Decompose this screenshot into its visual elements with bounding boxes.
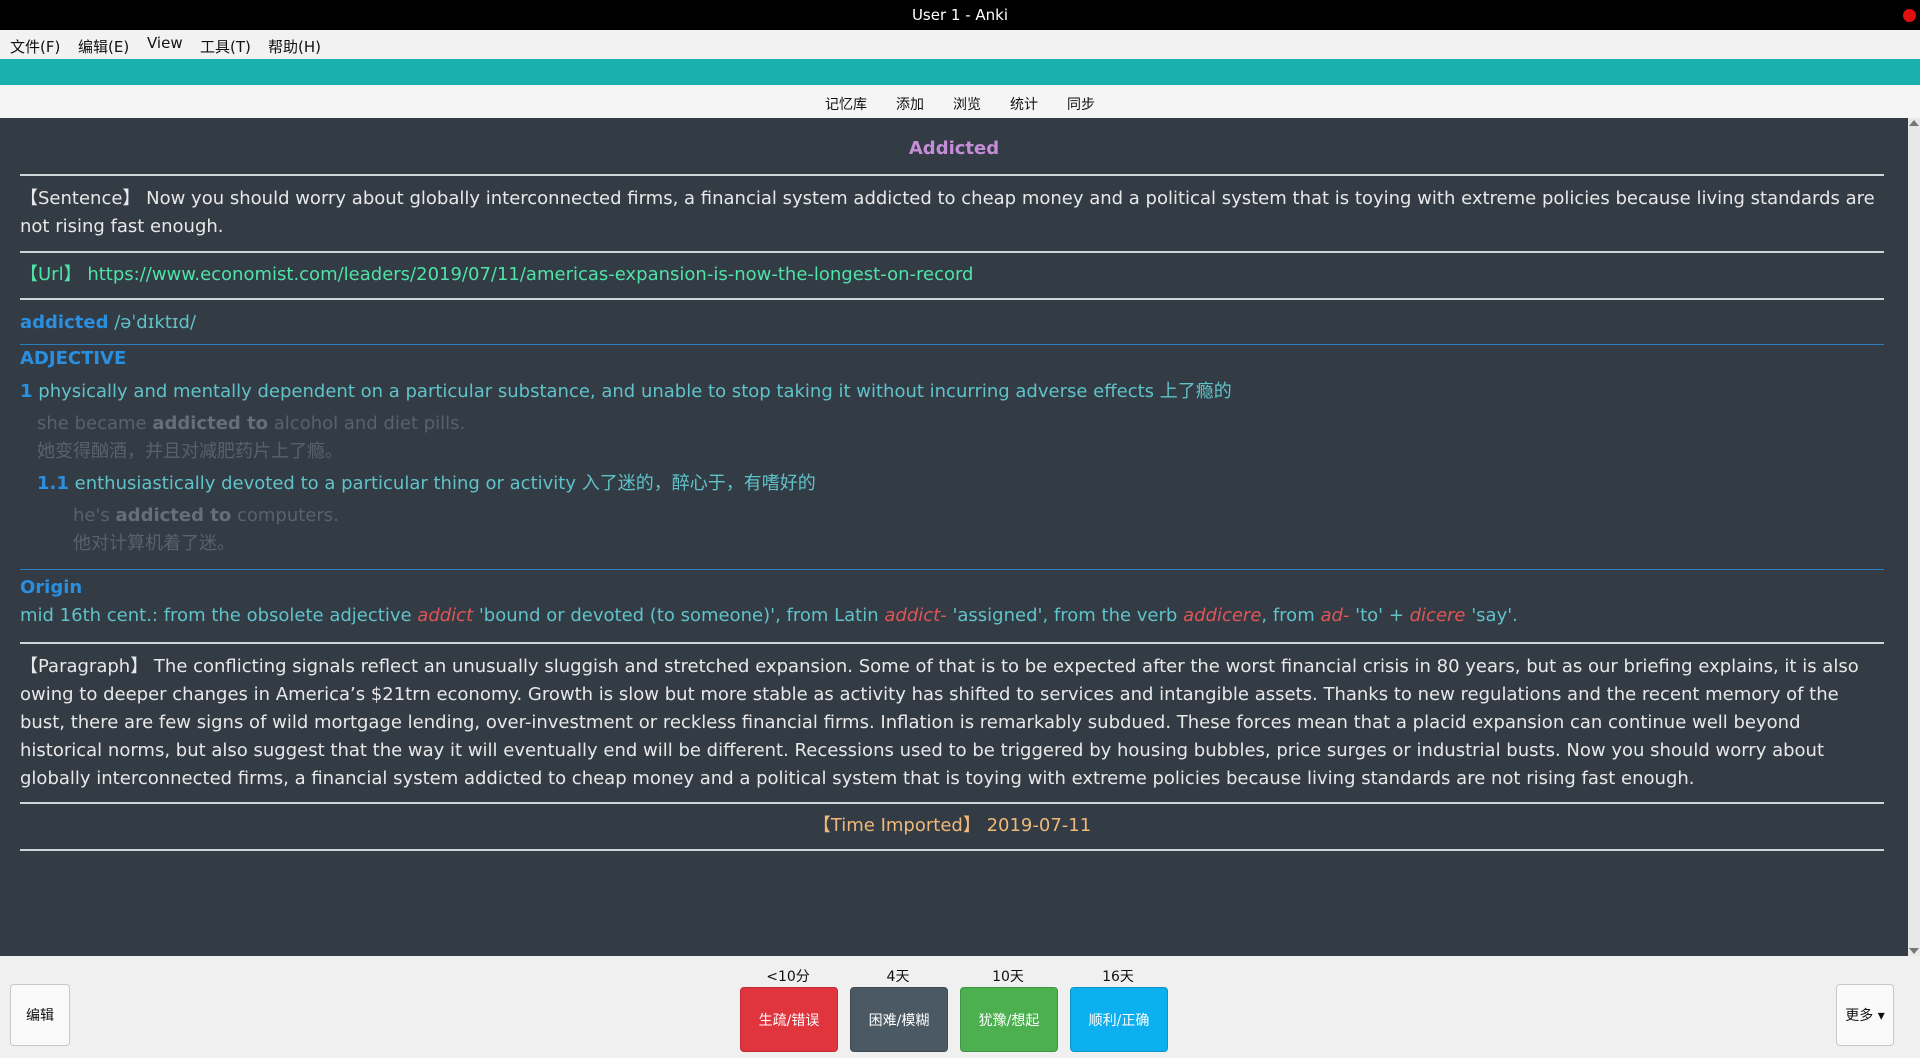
origin-word: dicere xyxy=(1409,605,1466,626)
example-2: he's addicted to computers. xyxy=(73,502,1908,530)
origin-fragment: mid 16th cent.: from the obsolete adject… xyxy=(20,605,418,626)
scroll-down-icon[interactable] xyxy=(1909,948,1919,954)
hard-button[interactable]: 困难/模糊 xyxy=(850,987,948,1052)
pronunciation: /əˈdɪktɪd/ xyxy=(114,312,197,333)
example-text: computers. xyxy=(231,505,339,526)
menu-view[interactable]: View xyxy=(147,34,183,52)
window-title: User 1 - Anki xyxy=(911,6,1009,24)
example-text: she became xyxy=(37,413,153,434)
menu-bar: 文件(F) 编辑(E) View 工具(T) 帮助(H) xyxy=(0,30,1920,59)
top-accent-bar xyxy=(0,59,1920,85)
divider xyxy=(20,251,1884,253)
more-button[interactable]: 更多 ▾ xyxy=(1836,984,1894,1046)
divider xyxy=(20,569,1884,570)
divider xyxy=(20,174,1884,176)
origin-fragment: , from xyxy=(1261,605,1321,626)
interval-hard: 4天 xyxy=(886,969,910,985)
url-link[interactable]: https://www.economist.com/leaders/2019/0… xyxy=(87,264,973,285)
again-button[interactable]: 生疏/错误 xyxy=(740,987,838,1052)
example-1-translation: 她变得酗酒，并且对减肥药片上了瘾。 xyxy=(37,441,343,462)
edit-button[interactable]: 编辑 xyxy=(10,984,70,1046)
url-field: 【Url】 https://www.economist.com/leaders/… xyxy=(20,261,1884,289)
example-2-translation: 他对计算机着了迷。 xyxy=(73,533,235,554)
origin-fragment: 'to' + xyxy=(1349,605,1410,626)
interval-good: 10天 xyxy=(992,969,1024,985)
headword-line: addicted /əˈdɪktɪd/ xyxy=(20,309,1884,337)
headword: addicted xyxy=(20,312,109,333)
example-text: he's xyxy=(73,505,116,526)
time-label: 【Time Imported】 xyxy=(812,815,981,836)
time-imported: 【Time Imported】 2019-07-11 xyxy=(20,812,1884,840)
card-content: Addicted 【Sentence】 Now you should worry… xyxy=(0,118,1908,956)
origin-word: addict xyxy=(417,605,474,626)
toolbar-stats[interactable]: 统计 xyxy=(1010,94,1038,114)
origin-title: Origin xyxy=(20,577,83,598)
interval-again: <10分 xyxy=(766,969,810,985)
menu-file[interactable]: 文件(F) xyxy=(10,36,60,57)
divider xyxy=(20,642,1884,644)
easy-button[interactable]: 顺利/正确 xyxy=(1070,987,1168,1052)
example-keyword: addicted to xyxy=(115,505,232,526)
origin-word: addicere xyxy=(1183,605,1262,626)
paragraph-field: 【Paragraph】 The conflicting signals refl… xyxy=(20,656,1859,789)
toolbar-browse[interactable]: 浏览 xyxy=(953,94,981,114)
sense-number: 1.1 xyxy=(37,473,69,494)
card-title: Addicted xyxy=(908,138,1000,159)
sense-definition: enthusiastically devoted to a particular… xyxy=(74,473,816,494)
example-keyword: addicted to xyxy=(152,413,269,434)
origin-fragment: 'bound or devoted (to someone)', from La… xyxy=(473,605,885,626)
toolbar-decks[interactable]: 记忆库 xyxy=(825,94,867,114)
close-icon[interactable] xyxy=(1903,9,1916,22)
main-toolbar: 记忆库 添加 浏览 统计 同步 xyxy=(0,85,1920,119)
menu-help[interactable]: 帮助(H) xyxy=(268,36,321,57)
example-1: she became addicted to alcohol and diet … xyxy=(37,410,1901,438)
scroll-up-icon[interactable] xyxy=(1909,120,1919,126)
origin-word: ad- xyxy=(1320,605,1350,626)
sense-number: 1 xyxy=(20,381,33,402)
interval-easy: 16天 xyxy=(1102,969,1134,985)
origin-fragment: 'say'. xyxy=(1465,605,1518,626)
menu-edit[interactable]: 编辑(E) xyxy=(78,36,129,57)
time-value: 2019-07-11 xyxy=(986,815,1092,836)
divider xyxy=(20,298,1884,300)
sense-definition: physically and mentally dependent on a p… xyxy=(38,381,1232,402)
part-of-speech: ADJECTIVE xyxy=(20,348,127,369)
good-button[interactable]: 犹豫/想起 xyxy=(960,987,1058,1052)
sense-1-1: 1.1 enthusiastically devoted to a partic… xyxy=(37,470,1901,498)
sentence-field: 【Sentence】 Now you should worry about gl… xyxy=(20,188,1875,237)
divider xyxy=(20,849,1884,851)
content-scrollbar[interactable] xyxy=(1908,118,1920,956)
toolbar-add[interactable]: 添加 xyxy=(896,94,924,114)
example-text: alcohol and diet pills. xyxy=(268,413,466,434)
window-titlebar: User 1 - Anki xyxy=(0,0,1920,30)
divider xyxy=(20,802,1884,804)
origin-fragment: 'assigned', from the verb xyxy=(946,605,1184,626)
sense-1: 1 physically and mentally dependent on a… xyxy=(20,378,1884,406)
url-label: 【Url】 xyxy=(20,264,82,285)
menu-tools[interactable]: 工具(T) xyxy=(200,36,251,57)
origin-text: mid 16th cent.: from the obsolete adject… xyxy=(20,602,1884,630)
toolbar-sync[interactable]: 同步 xyxy=(1067,94,1095,114)
origin-word: addict- xyxy=(884,605,947,626)
